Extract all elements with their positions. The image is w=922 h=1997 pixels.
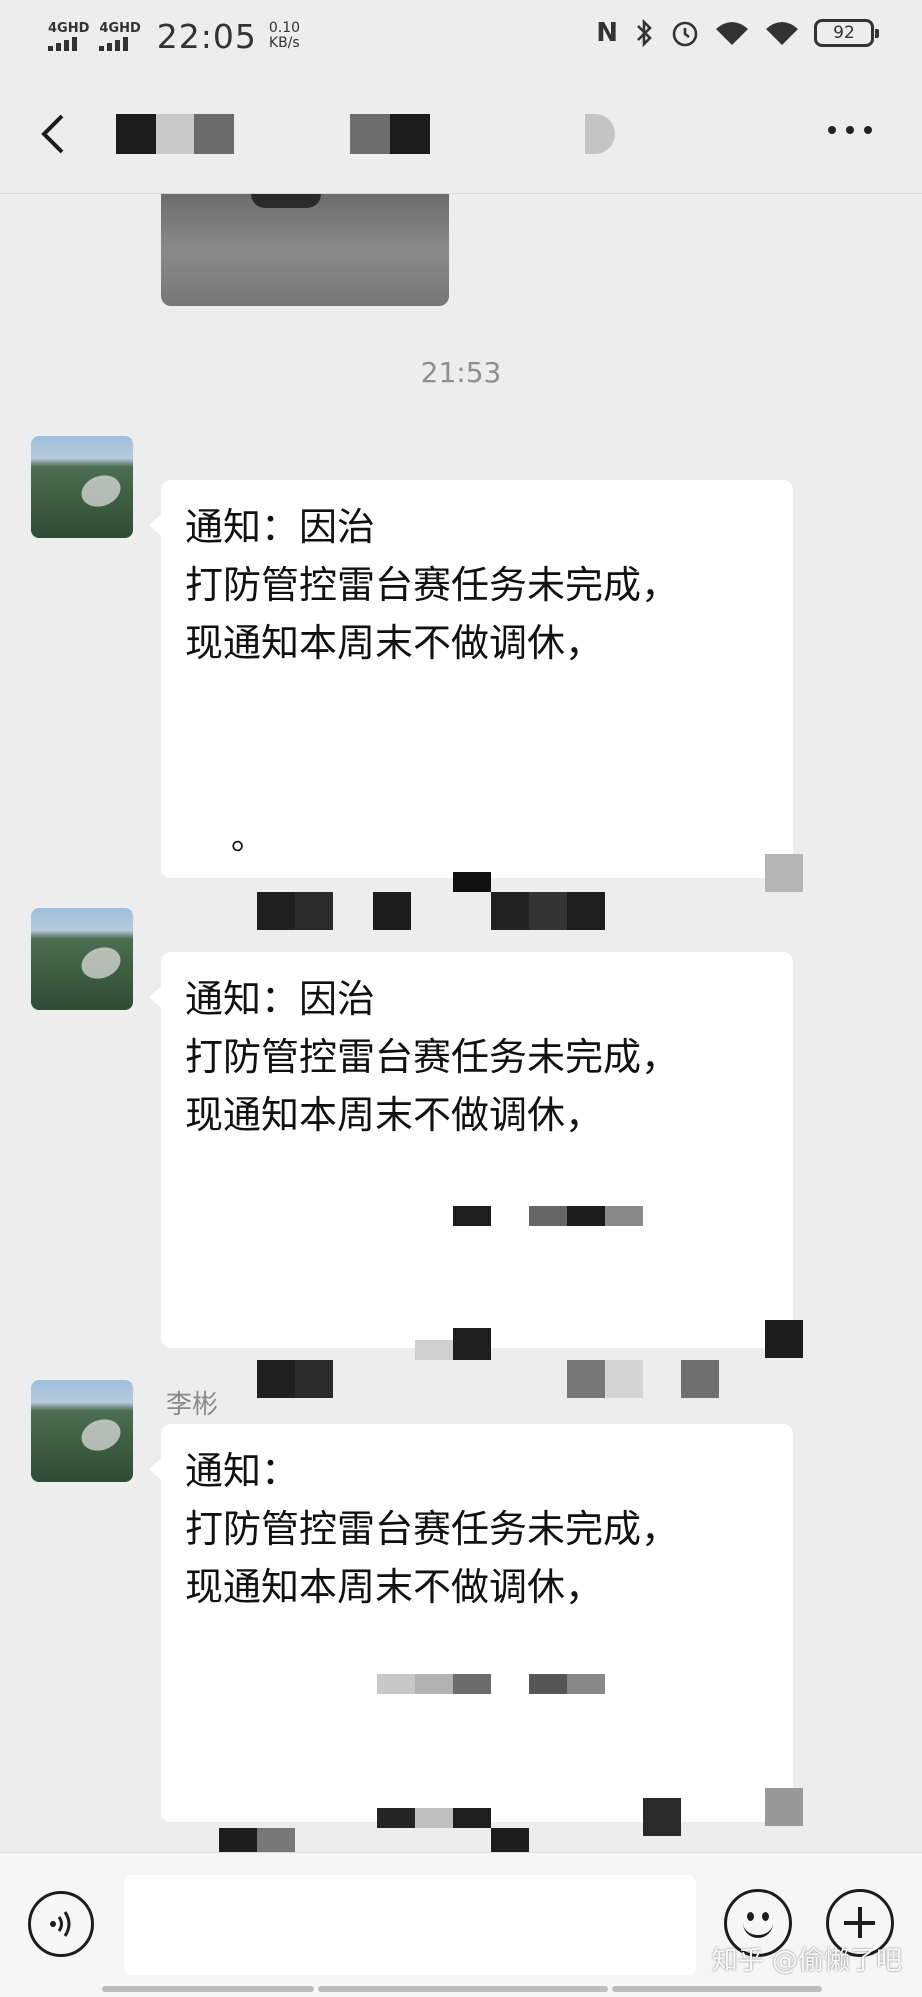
speed-unit: KB/s [268, 35, 300, 51]
voice-icon [50, 1911, 71, 1937]
title-redact-block [156, 114, 194, 154]
status-icons: N 92 [596, 18, 879, 48]
signal-bars-icon [99, 36, 129, 51]
signal-2-label: 4GHD [99, 20, 141, 36]
message-line: 通知： [185, 1449, 300, 1493]
clock: 22:05 [156, 16, 257, 56]
watermark: 知乎 @偷懒了吧 [711, 1946, 902, 1976]
message-line: 现通知本周末不做调休， [185, 1565, 604, 1609]
status-bar: 4GHD 4GHD 22:05 0.10 KB/s N 92 [0, 0, 922, 72]
message-line: 现通知本周末不做调休， [185, 1093, 604, 1137]
message-bubble[interactable]: 通知：因治 打防管控雷台赛任务未完成， 现通知本周末不做调休， 。 [149, 480, 803, 930]
avatar[interactable] [31, 1380, 133, 1482]
signal-1-label: 4GHD [48, 20, 90, 36]
title-redact-block [194, 114, 234, 154]
message-line: 现通知本周末不做调休， [185, 621, 604, 665]
more-icon[interactable] [828, 126, 872, 134]
avatar[interactable] [31, 436, 133, 538]
home-indicator [612, 1986, 822, 1992]
title-redact-block [350, 114, 390, 154]
battery-icon: 92 [814, 19, 879, 47]
image-message[interactable] [161, 194, 449, 306]
sender-name: 李彬 [166, 1390, 219, 1420]
speed-value: 0.10 [268, 20, 301, 36]
signal-bars-icon [48, 36, 77, 51]
network-speed: 0.10 KB/s [269, 21, 300, 51]
home-indicator [318, 1986, 608, 1992]
signal-2: 4GHD [99, 20, 141, 51]
message-line: 通知：因治 [185, 505, 376, 549]
home-indicator [102, 1986, 314, 1992]
nfc-icon: N [596, 18, 618, 48]
message-trailing-text: 。 [231, 818, 265, 858]
message-line: 通知：因治 [185, 977, 376, 1021]
title-redact-block [116, 114, 156, 154]
wifi-icon [766, 22, 798, 45]
message-line: 打防管控雷台赛任务未完成， [185, 1507, 680, 1551]
message-bubble[interactable]: 通知： 打防管控雷台赛任务未完成， 现通知本周末不做调休， [149, 1424, 803, 1984]
signal-1: 4GHD [48, 22, 89, 51]
avatar[interactable] [31, 908, 133, 1010]
message-input[interactable] [124, 1875, 696, 1975]
message-timestamp: 21:53 [420, 356, 502, 389]
message-line: 打防管控雷台赛任务未完成， [185, 563, 680, 607]
message-line: 打防管控雷台赛任务未完成， [185, 1035, 680, 1079]
voice-button[interactable] [28, 1891, 94, 1957]
title-redact-block [390, 114, 430, 154]
wifi-icon [716, 22, 748, 45]
bluetooth-icon [637, 18, 652, 48]
message-bubble[interactable]: 通知：因治 打防管控雷台赛任务未完成， 现通知本周末不做调休， [149, 952, 803, 1474]
back-icon[interactable] [36, 112, 76, 156]
alarm-icon [672, 21, 698, 47]
